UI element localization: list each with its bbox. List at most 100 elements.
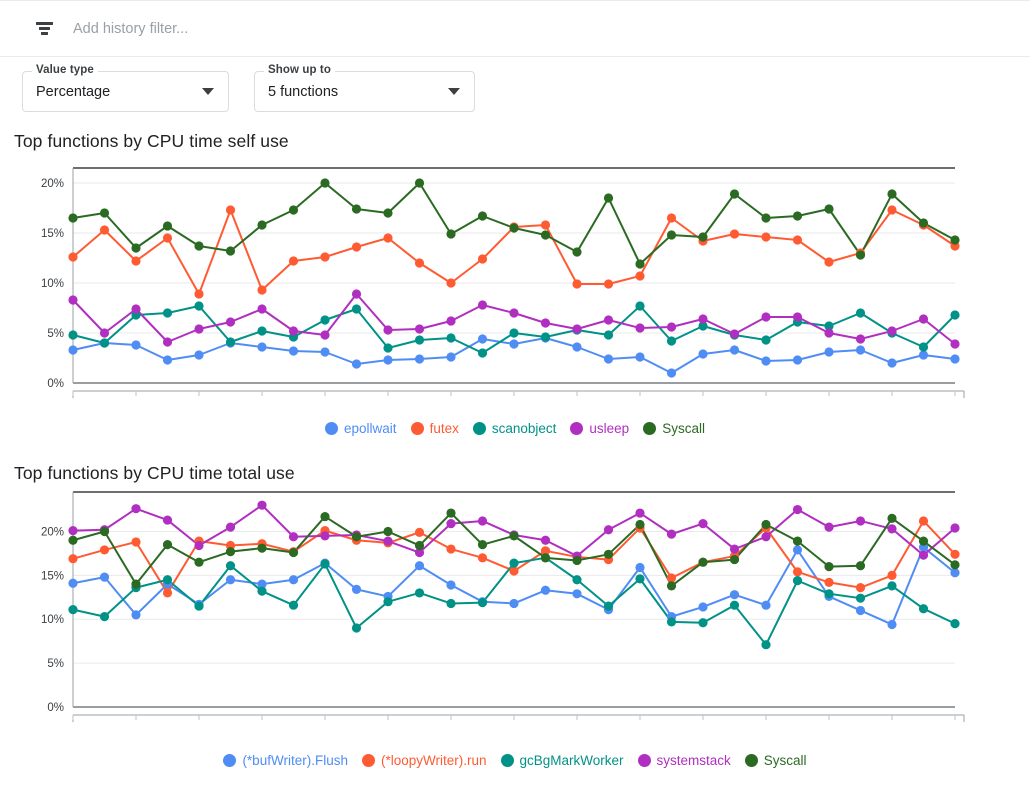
data-point[interactable] <box>194 541 203 550</box>
data-point[interactable] <box>887 571 896 580</box>
data-point[interactable] <box>730 229 739 238</box>
data-point[interactable] <box>383 343 392 352</box>
data-point[interactable] <box>698 558 707 567</box>
data-point[interactable] <box>320 315 329 324</box>
data-point[interactable] <box>887 581 896 590</box>
data-point[interactable] <box>383 208 392 217</box>
data-point[interactable] <box>572 575 581 584</box>
data-point[interactable] <box>257 220 266 229</box>
data-point[interactable] <box>257 587 266 596</box>
data-point[interactable] <box>698 602 707 611</box>
data-point[interactable] <box>667 573 676 582</box>
data-point[interactable] <box>635 352 644 361</box>
data-point[interactable] <box>950 619 959 628</box>
data-point[interactable] <box>257 342 266 351</box>
data-point[interactable] <box>541 586 550 595</box>
data-point[interactable] <box>68 605 77 614</box>
data-point[interactable] <box>320 347 329 356</box>
data-point[interactable] <box>100 225 109 234</box>
data-point[interactable] <box>635 508 644 517</box>
data-point[interactable] <box>824 347 833 356</box>
data-point[interactable] <box>730 590 739 599</box>
history-filter-input[interactable] <box>73 21 493 37</box>
data-point[interactable] <box>730 544 739 553</box>
data-point[interactable] <box>761 532 770 541</box>
data-point[interactable] <box>793 505 802 514</box>
data-point[interactable] <box>856 606 865 615</box>
data-point[interactable] <box>509 328 518 337</box>
chevron-down-icon[interactable] <box>202 88 214 95</box>
data-point[interactable] <box>604 193 613 202</box>
data-point[interactable] <box>478 516 487 525</box>
data-point[interactable] <box>793 211 802 220</box>
data-point[interactable] <box>635 563 644 572</box>
data-point[interactable] <box>226 246 235 255</box>
data-point[interactable] <box>856 308 865 317</box>
data-point[interactable] <box>509 531 518 540</box>
data-point[interactable] <box>163 221 172 230</box>
data-point[interactable] <box>761 520 770 529</box>
data-point[interactable] <box>478 553 487 562</box>
data-point[interactable] <box>226 575 235 584</box>
data-point[interactable] <box>257 326 266 335</box>
data-point[interactable] <box>68 295 77 304</box>
data-point[interactable] <box>163 308 172 317</box>
data-point[interactable] <box>572 324 581 333</box>
data-point[interactable] <box>541 220 550 229</box>
data-point[interactable] <box>950 550 959 559</box>
data-point[interactable] <box>100 573 109 582</box>
data-point[interactable] <box>824 204 833 213</box>
data-point[interactable] <box>415 541 424 550</box>
data-point[interactable] <box>509 339 518 348</box>
data-point[interactable] <box>131 504 140 513</box>
data-point[interactable] <box>289 205 298 214</box>
data-point[interactable] <box>604 601 613 610</box>
data-point[interactable] <box>604 279 613 288</box>
data-point[interactable] <box>320 559 329 568</box>
data-point[interactable] <box>635 259 644 268</box>
data-point[interactable] <box>604 330 613 339</box>
data-point[interactable] <box>289 256 298 265</box>
data-point[interactable] <box>163 233 172 242</box>
data-point[interactable] <box>698 519 707 528</box>
data-point[interactable] <box>478 254 487 263</box>
data-point[interactable] <box>572 556 581 565</box>
data-point[interactable] <box>635 323 644 332</box>
data-point[interactable] <box>919 314 928 323</box>
data-point[interactable] <box>604 354 613 363</box>
data-point[interactable] <box>446 519 455 528</box>
data-point[interactable] <box>919 551 928 560</box>
data-point[interactable] <box>887 514 896 523</box>
data-point[interactable] <box>226 561 235 570</box>
data-point[interactable] <box>730 601 739 610</box>
data-point[interactable] <box>100 527 109 536</box>
data-point[interactable] <box>698 618 707 627</box>
data-point[interactable] <box>793 576 802 585</box>
data-point[interactable] <box>541 230 550 239</box>
data-point[interactable] <box>793 567 802 576</box>
data-point[interactable] <box>824 328 833 337</box>
data-point[interactable] <box>667 336 676 345</box>
data-point[interactable] <box>478 300 487 309</box>
data-point[interactable] <box>667 230 676 239</box>
data-point[interactable] <box>919 537 928 546</box>
data-point[interactable] <box>919 342 928 351</box>
data-point[interactable] <box>824 589 833 598</box>
data-point[interactable] <box>446 544 455 553</box>
data-point[interactable] <box>320 252 329 261</box>
data-point[interactable] <box>793 355 802 364</box>
data-point[interactable] <box>541 318 550 327</box>
data-point[interactable] <box>509 566 518 575</box>
data-point[interactable] <box>730 189 739 198</box>
data-point[interactable] <box>226 317 235 326</box>
data-point[interactable] <box>856 516 865 525</box>
data-point[interactable] <box>163 515 172 524</box>
data-point[interactable] <box>950 235 959 244</box>
data-point[interactable] <box>635 271 644 280</box>
data-point[interactable] <box>352 304 361 313</box>
data-point[interactable] <box>919 218 928 227</box>
chevron-down-icon[interactable] <box>448 88 460 95</box>
data-point[interactable] <box>131 243 140 252</box>
data-point[interactable] <box>68 579 77 588</box>
data-point[interactable] <box>824 578 833 587</box>
